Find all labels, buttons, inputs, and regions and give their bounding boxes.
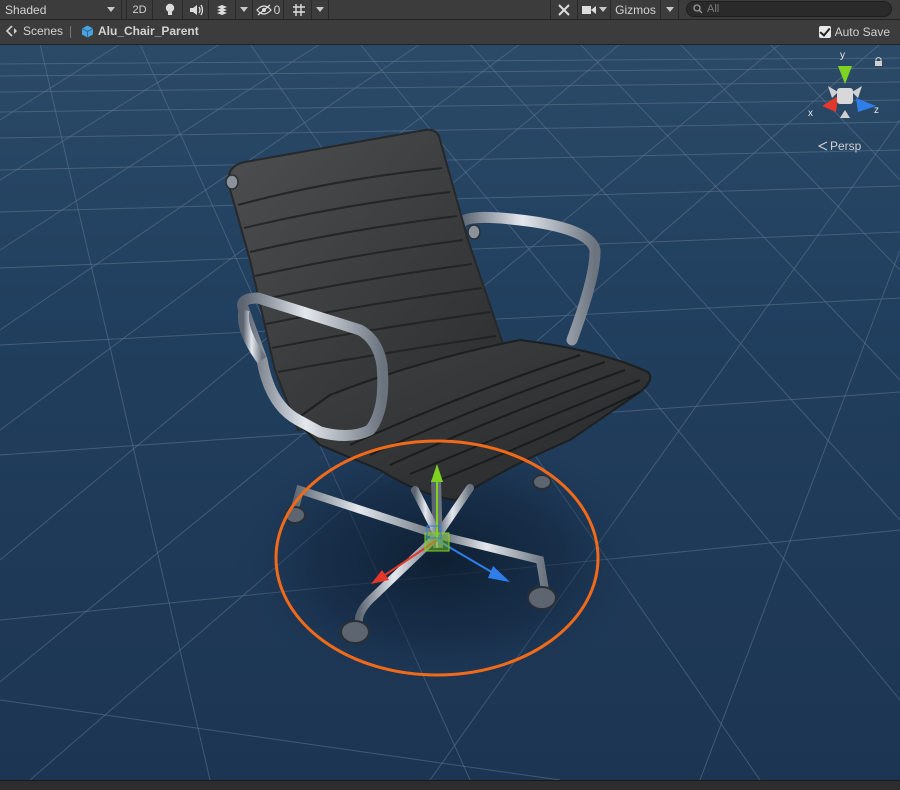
scenes-back-icon <box>6 25 17 37</box>
breadcrumb-prefab[interactable]: Alu_Chair_Parent <box>81 24 199 38</box>
breadcrumb-scenes-label: Scenes <box>23 24 64 38</box>
tools-icon <box>558 3 570 16</box>
tools-button[interactable] <box>550 0 578 19</box>
camera-icon <box>581 5 596 14</box>
camera-settings-dropdown[interactable] <box>578 0 611 19</box>
breadcrumb-scenes[interactable]: Scenes <box>6 24 63 38</box>
gizmo-axis-y[interactable]: y <box>840 50 845 61</box>
chevron-down-icon <box>240 7 248 12</box>
breadcrumb-separator <box>70 26 71 38</box>
prefab-cube-icon <box>81 25 94 37</box>
auto-save-label: Auto Save <box>834 25 890 39</box>
light-icon <box>165 3 175 15</box>
effects-icon <box>217 4 227 15</box>
audio-icon <box>189 4 203 15</box>
chevron-down-icon <box>598 7 607 12</box>
hidden-count: 0 <box>273 2 281 17</box>
scene-toolbar: Shaded 2D 0 Gizmos All <box>0 0 900 20</box>
auto-save-checkbox[interactable] <box>818 26 831 38</box>
auto-save-toggle[interactable]: Auto Save <box>818 25 890 39</box>
search-placeholder: All <box>707 3 720 15</box>
search-field[interactable]: All <box>686 1 892 17</box>
chevron-down-icon <box>316 7 324 12</box>
projection-toggle[interactable]: Persp <box>818 139 861 153</box>
gizmo-axis-z[interactable]: z <box>874 105 879 116</box>
audio-toggle-button[interactable] <box>183 0 209 19</box>
grid-dropdown[interactable] <box>312 0 329 19</box>
gizmo-axis-x[interactable]: x <box>808 108 813 119</box>
2d-toggle-button[interactable]: 2D <box>126 0 153 19</box>
grid-toggle-button[interactable] <box>286 0 312 19</box>
2d-label: 2D <box>132 3 147 16</box>
scene-render[interactable] <box>0 45 900 780</box>
breadcrumb: Scenes Alu_Chair_Parent Auto Save <box>0 20 900 45</box>
effects-dropdown[interactable] <box>236 0 253 19</box>
lighting-toggle-button[interactable] <box>158 0 183 19</box>
shading-mode-label: Shaded <box>5 2 47 17</box>
scene-viewport[interactable]: y x z Persp <box>0 45 900 780</box>
gizmos-label: Gizmos <box>615 2 656 17</box>
gizmos-button[interactable]: Gizmos <box>611 0 661 19</box>
perspective-icon <box>818 141 828 151</box>
breadcrumb-object-label: Alu_Chair_Parent <box>98 24 199 38</box>
shading-mode-dropdown[interactable]: Shaded <box>0 0 122 19</box>
chevron-down-icon <box>665 7 674 12</box>
search-icon <box>693 4 703 14</box>
hidden-objects-toggle[interactable]: 0 <box>253 0 284 19</box>
gizmos-dropdown[interactable] <box>661 0 679 19</box>
chevron-down-icon <box>107 7 115 12</box>
effects-toggle-button[interactable] <box>209 0 236 19</box>
grid-icon <box>292 3 305 16</box>
visibility-icon <box>255 4 272 15</box>
projection-label: Persp <box>830 139 862 153</box>
